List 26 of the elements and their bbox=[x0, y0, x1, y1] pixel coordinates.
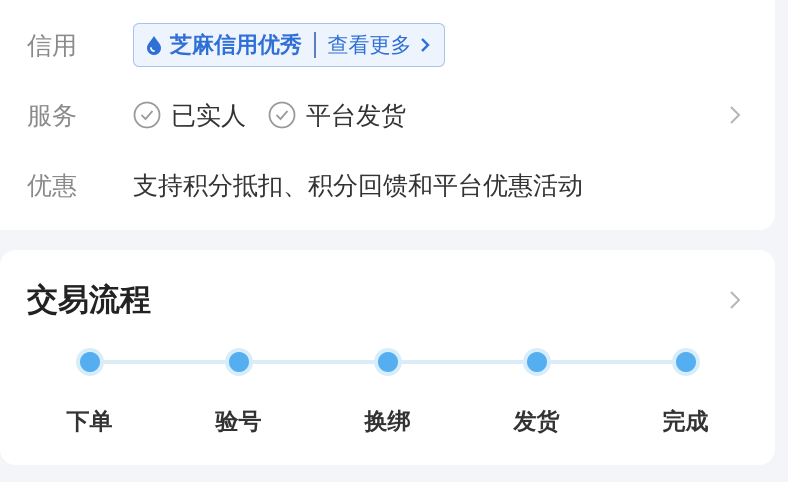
step-dot bbox=[76, 348, 104, 376]
chevron-right-icon bbox=[420, 37, 430, 53]
chevron-right-icon[interactable] bbox=[729, 105, 741, 125]
step-dot bbox=[522, 348, 550, 376]
step-label: 下单 bbox=[66, 408, 112, 437]
section-title: 交易流程 bbox=[27, 281, 151, 320]
credit-rating: 芝麻信用优秀 bbox=[170, 32, 302, 60]
step-label: 完成 bbox=[662, 408, 708, 437]
service-label: 平台发货 bbox=[306, 100, 406, 132]
row-label: 服务 bbox=[26, 100, 78, 132]
credit-badge[interactable]: 芝麻信用优秀 查看更多 bbox=[133, 23, 444, 67]
view-more-link[interactable]: 查看更多 bbox=[328, 31, 412, 59]
row-label: 优惠 bbox=[26, 170, 78, 202]
promotion-text: 支持积分抵扣、积分回馈和平台优惠活动 bbox=[133, 170, 583, 202]
check-circle-icon bbox=[268, 101, 296, 129]
step-dot bbox=[224, 348, 252, 376]
service-label: 已实人 bbox=[171, 100, 246, 132]
step-label: 发货 bbox=[514, 408, 560, 437]
step-label: 验号 bbox=[216, 408, 262, 437]
row-label: 信用 bbox=[26, 30, 78, 62]
step-dot bbox=[374, 348, 402, 376]
drop-icon bbox=[146, 35, 162, 55]
chevron-right-icon[interactable] bbox=[729, 290, 741, 310]
check-circle-icon bbox=[133, 101, 161, 129]
step-dot bbox=[672, 348, 700, 376]
step-label: 换绑 bbox=[364, 408, 410, 437]
